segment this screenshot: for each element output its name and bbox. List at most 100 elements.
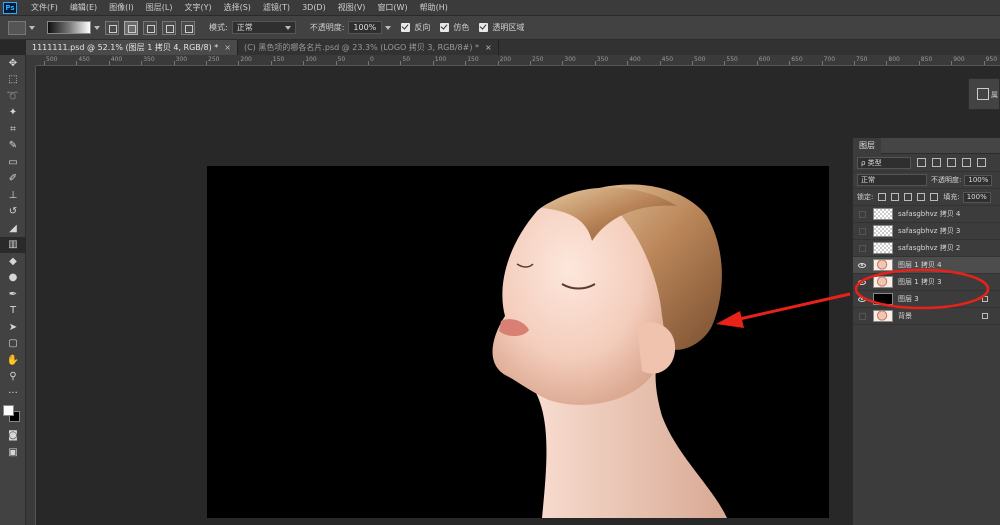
visibility-off-icon[interactable]: [853, 223, 871, 240]
layer-opacity-input[interactable]: 100%: [964, 174, 993, 186]
type-tool-icon[interactable]: T: [0, 303, 26, 320]
angle-gradient-button[interactable]: [143, 20, 157, 35]
chevron-down-icon[interactable]: [94, 25, 100, 30]
smart-object-filter-icon[interactable]: [977, 158, 986, 167]
properties-collapsed-panel[interactable]: 属: [968, 78, 1000, 110]
opacity-input[interactable]: 100%: [348, 21, 383, 34]
ruler-tick: [756, 61, 758, 65]
radial-gradient-button[interactable]: [124, 20, 138, 35]
menu-layer[interactable]: 图层(L): [140, 2, 179, 13]
menu-filter[interactable]: 滤镜(T): [257, 2, 296, 13]
hand-tool-icon[interactable]: ✋: [0, 352, 26, 369]
menu-type[interactable]: 文字(Y): [178, 2, 217, 13]
layer-row[interactable]: safasgbhvz 拷贝 3: [853, 223, 1000, 240]
layer-thumbnail: [873, 259, 893, 271]
close-icon[interactable]: ×: [485, 43, 492, 52]
ruler-tick-label: 50: [402, 56, 411, 63]
healing-brush-tool-icon[interactable]: ▭: [0, 154, 26, 171]
tab-business-card-psd[interactable]: (C) 黑色项的哪各名片.psd @ 23.3% (LOGO 拷贝 3, RGB…: [238, 40, 499, 55]
color-swatches[interactable]: [0, 402, 26, 428]
magic-wand-tool-icon[interactable]: ✦: [0, 105, 26, 122]
chevron-down-icon[interactable]: [29, 25, 35, 30]
blur-tool-icon[interactable]: ◆: [0, 253, 26, 270]
layer-row[interactable]: safasgbhvz 拷贝 2: [853, 240, 1000, 257]
layer-row[interactable]: 图层 3: [853, 291, 1000, 308]
ruler-tick-label: 350: [143, 56, 155, 63]
diamond-gradient-button[interactable]: [181, 20, 195, 35]
zoom-tool-icon[interactable]: ⚲: [0, 369, 26, 386]
tool-preset-button[interactable]: [8, 20, 26, 35]
lock-artboard-icon[interactable]: [917, 193, 926, 201]
vertical-ruler[interactable]: [26, 66, 36, 525]
ruler-tick-label: 500: [46, 56, 58, 63]
menu-view[interactable]: 视图(V): [332, 2, 372, 13]
menu-help[interactable]: 帮助(H): [414, 2, 454, 13]
menu-file[interactable]: 文件(F): [25, 2, 64, 13]
mode-select[interactable]: 正常: [231, 21, 296, 34]
menu-image[interactable]: 图像(I): [103, 2, 140, 13]
fill-input[interactable]: 100%: [962, 191, 991, 203]
horizontal-ruler[interactable]: 500 450 400 350 300 250 200 150 100 50 0 50 100 150 20…: [36, 55, 1000, 66]
ruler-tick: [303, 61, 305, 65]
eye-icon[interactable]: [853, 291, 871, 308]
visibility-off-icon[interactable]: [853, 308, 871, 325]
marquee-tool-icon[interactable]: ⬚: [0, 72, 26, 89]
lasso-tool-icon[interactable]: ➰: [0, 88, 26, 105]
pixel-filter-icon[interactable]: [917, 158, 926, 167]
layer-row-selected[interactable]: 图层 1 拷贝 4: [853, 257, 1000, 274]
linear-gradient-button[interactable]: [105, 20, 119, 35]
type-filter-icon[interactable]: [947, 158, 956, 167]
gradient-picker[interactable]: [47, 21, 91, 34]
blend-mode-select[interactable]: 正常: [857, 174, 927, 186]
layer-filter-select[interactable]: ρ 类型: [857, 156, 911, 169]
menu-select[interactable]: 选择(S): [218, 2, 257, 13]
screen-mode-icon[interactable]: ▣: [0, 444, 26, 461]
visibility-off-icon[interactable]: [853, 240, 871, 257]
pen-tool-icon[interactable]: ✒: [0, 286, 26, 303]
ruler-tick: [335, 61, 337, 65]
transparency-checkbox[interactable]: [479, 23, 489, 32]
menu-window[interactable]: 窗口(W): [371, 2, 413, 13]
clone-stamp-tool-icon[interactable]: ⊥: [0, 187, 26, 204]
lock-all-icon[interactable]: [930, 193, 939, 201]
foreground-color-swatch[interactable]: [3, 404, 14, 416]
rectangle-tool-icon[interactable]: ▢: [0, 336, 26, 353]
menu-edit[interactable]: 编辑(E): [64, 2, 103, 13]
quick-mask-icon[interactable]: ◙: [0, 428, 26, 445]
more-tools-icon[interactable]: ···: [0, 385, 26, 402]
reflected-gradient-button[interactable]: [162, 20, 176, 35]
lock-position-icon[interactable]: [904, 193, 913, 201]
tab-1111111-psd[interactable]: 1111111.psd @ 52.1% (图层 1 拷贝 4, RGB/8) *…: [26, 40, 238, 55]
gradient-tool-icon[interactable]: ▥: [0, 236, 26, 253]
dither-label: 仿色: [453, 23, 470, 32]
layer-row[interactable]: 背景: [853, 308, 1000, 325]
tab-layers[interactable]: 图层: [853, 137, 881, 154]
history-brush-tool-icon[interactable]: ↺: [0, 204, 26, 221]
ruler-tick-label: 850: [920, 56, 933, 63]
brush-tool-icon[interactable]: ✐: [0, 171, 26, 188]
lock-image-pixels-icon[interactable]: [891, 193, 900, 201]
dodge-tool-icon[interactable]: ●: [0, 270, 26, 287]
chevron-down-icon[interactable]: [385, 25, 392, 30]
eyedropper-tool-icon[interactable]: ✎: [0, 138, 26, 155]
crop-tool-icon[interactable]: ⌗: [0, 121, 26, 138]
eraser-tool-icon[interactable]: ◢: [0, 220, 26, 237]
path-selection-tool-icon[interactable]: ➤: [0, 319, 26, 336]
visibility-off-icon[interactable]: [853, 206, 871, 223]
move-tool-icon[interactable]: ✥: [0, 55, 26, 72]
close-icon[interactable]: ×: [224, 43, 231, 52]
reverse-checkbox[interactable]: [401, 23, 411, 32]
ruler-origin[interactable]: [26, 55, 36, 66]
eye-icon[interactable]: [853, 274, 871, 291]
layer-row[interactable]: safasgbhvz 拷贝 4: [853, 206, 1000, 223]
lock-transparent-pixels-icon[interactable]: [878, 193, 887, 201]
adjustment-filter-icon[interactable]: [932, 158, 941, 167]
shape-filter-icon[interactable]: [962, 158, 971, 167]
dither-checkbox[interactable]: [440, 23, 450, 32]
layer-row[interactable]: 图层 1 拷贝 3: [853, 274, 1000, 291]
ruler-tick: [692, 61, 693, 65]
eye-icon[interactable]: [853, 257, 871, 274]
menu-3d[interactable]: 3D(D): [296, 3, 332, 12]
ruler-tick-label: 50: [337, 56, 346, 63]
document-canvas[interactable]: [207, 166, 829, 518]
